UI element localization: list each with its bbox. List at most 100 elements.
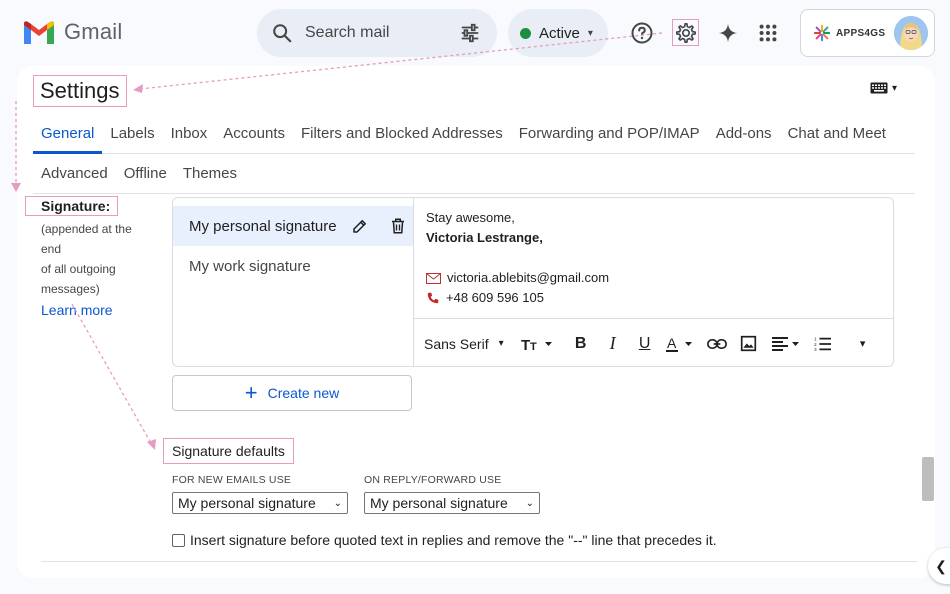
signature-description-line: messages) <box>41 282 100 296</box>
gmail-wordmark: Gmail <box>64 19 123 44</box>
insert-before-quoted-option[interactable]: Insert signature before quoted text in r… <box>172 532 717 548</box>
signature-description-line: of all outgoing <box>41 262 116 276</box>
signature-item-label: My work signature <box>189 257 311 275</box>
signature-line: Stay awesome, <box>426 210 515 225</box>
tab-row-secondary: Advanced Offline Themes <box>33 154 915 194</box>
keyboard-icon <box>870 82 888 94</box>
signature-content-area[interactable]: Stay awesome, Victoria Lestrange, victor… <box>426 208 609 308</box>
create-new-label: Create new <box>267 385 340 401</box>
font-size-button[interactable]: T T <box>520 331 556 357</box>
apps4gs-logo-icon <box>813 24 831 42</box>
new-email-default-label: FOR NEW EMAILS USE <box>172 474 292 486</box>
search-input[interactable] <box>305 24 445 42</box>
align-button[interactable] <box>770 331 804 357</box>
chevron-down-icon: ▾ <box>498 338 504 349</box>
search-options-icon[interactable] <box>459 22 481 44</box>
account-switcher[interactable]: APPS4GS <box>800 9 935 57</box>
edit-icon[interactable] <box>351 217 369 235</box>
tab-offline[interactable]: Offline <box>116 154 175 194</box>
section-divider <box>41 561 917 562</box>
search-bar[interactable] <box>257 9 497 57</box>
gemini-sparkle-icon[interactable] <box>715 20 741 46</box>
svg-text:1: 1 <box>814 336 817 341</box>
tab-inbox[interactable]: Inbox <box>163 114 216 154</box>
support-icon[interactable] <box>629 20 655 46</box>
plus-icon: + <box>244 380 258 405</box>
avatar[interactable] <box>894 16 928 50</box>
bold-icon[interactable]: B <box>568 331 594 357</box>
search-icon[interactable] <box>271 22 293 44</box>
signature-item-label: My personal signature <box>189 217 337 235</box>
phone-icon <box>427 292 439 304</box>
signature-item-personal[interactable]: My personal signature <box>173 206 413 246</box>
chevron-left-icon: ❮ <box>935 557 947 574</box>
signature-name: Victoria Lestrange, <box>426 230 543 245</box>
gmail-m-icon <box>24 21 54 44</box>
signature-phone: +48 609 596 105 <box>446 290 544 305</box>
learn-more-link[interactable]: Learn more <box>25 302 155 318</box>
font-family-label: Sans Serif <box>424 335 489 352</box>
formatting-toolbar: Sans Serif ▾ T T B I U A 1 2 3 ▾ <box>414 318 893 366</box>
account-brand-label: APPS4GS <box>836 27 886 39</box>
status-label: Active <box>539 24 580 42</box>
more-formatting-icon[interactable]: ▾ <box>850 331 876 357</box>
insert-before-quoted-checkbox[interactable] <box>172 533 185 547</box>
tab-forwarding[interactable]: Forwarding and POP/IMAP <box>511 114 708 154</box>
signature-editor: My personal signature My work signature … <box>172 197 894 367</box>
signature-description-line: (appended at the end <box>41 222 132 256</box>
tab-addons[interactable]: Add-ons <box>708 114 780 154</box>
status-selector[interactable]: Active ▾ <box>508 9 608 57</box>
status-dot-icon <box>520 27 531 39</box>
settings-panel: Settings ▾ General Labels Inbox Accounts… <box>17 66 935 578</box>
svg-text:T: T <box>530 341 537 353</box>
new-email-default: FOR NEW EMAILS USE My personal signature… <box>172 474 348 514</box>
signature-heading: Signature: <box>25 196 119 216</box>
tab-themes[interactable]: Themes <box>175 154 245 194</box>
svg-text:T: T <box>521 337 530 353</box>
delete-icon[interactable] <box>389 217 407 235</box>
select-value: My personal signature <box>178 495 316 511</box>
chevron-down-icon: ⌄ <box>333 497 342 509</box>
underline-icon[interactable]: U <box>632 331 658 357</box>
signature-description: (appended at the end of all outgoing mes… <box>25 219 155 299</box>
insert-before-quoted-label: Insert signature before quoted text in r… <box>190 532 717 548</box>
reply-signature-select[interactable]: My personal signature ⌄ <box>364 492 540 514</box>
tab-filters[interactable]: Filters and Blocked Addresses <box>293 114 511 154</box>
tab-general[interactable]: General <box>33 114 103 154</box>
tab-row-primary: General Labels Inbox Accounts Filters an… <box>33 114 915 154</box>
tab-labels[interactable]: Labels <box>102 114 162 154</box>
reply-default-label: ON REPLY/FORWARD USE <box>364 474 502 486</box>
input-tools-menu[interactable]: ▾ <box>870 82 897 94</box>
settings-tabs: General Labels Inbox Accounts Filters an… <box>33 114 915 194</box>
scrollbar-thumb[interactable] <box>922 457 934 501</box>
gear-icon[interactable] <box>673 20 699 46</box>
new-email-signature-select[interactable]: My personal signature ⌄ <box>172 492 348 514</box>
svg-text:3: 3 <box>814 347 817 352</box>
apps-grid-icon[interactable] <box>755 20 781 46</box>
gmail-logo[interactable]: Gmail <box>22 19 122 45</box>
signature-list: My personal signature My work signature <box>173 198 414 366</box>
create-new-button[interactable]: + Create new <box>172 375 412 411</box>
svg-text:2: 2 <box>814 341 817 346</box>
numbered-list-icon[interactable]: 123 <box>810 331 836 357</box>
tab-chat-meet[interactable]: Chat and Meet <box>780 114 894 154</box>
signature-defaults-heading: Signature defaults <box>163 438 294 464</box>
side-panel-toggle[interactable]: ❮ <box>928 548 950 584</box>
chevron-down-icon: ▾ <box>587 27 593 39</box>
svg-text:A: A <box>667 335 677 351</box>
page-title: Settings <box>33 75 127 107</box>
signature-item-work[interactable]: My work signature <box>173 246 413 286</box>
signature-email: victoria.ablebits@gmail.com <box>447 270 610 285</box>
chevron-down-icon: ⌄ <box>525 497 534 509</box>
tab-accounts[interactable]: Accounts <box>215 114 293 154</box>
italic-icon[interactable]: I <box>600 331 626 357</box>
signature-section-label: Signature: (appended at the end of all o… <box>25 196 155 318</box>
reply-default: ON REPLY/FORWARD USE My personal signatu… <box>364 474 540 514</box>
image-icon[interactable] <box>736 331 762 357</box>
envelope-icon <box>426 272 441 284</box>
font-family-select[interactable]: Sans Serif ▾ <box>424 336 504 352</box>
link-icon[interactable] <box>704 331 730 357</box>
text-color-button[interactable]: A <box>664 331 698 357</box>
tab-advanced[interactable]: Advanced <box>33 154 116 194</box>
select-value: My personal signature <box>370 495 508 511</box>
